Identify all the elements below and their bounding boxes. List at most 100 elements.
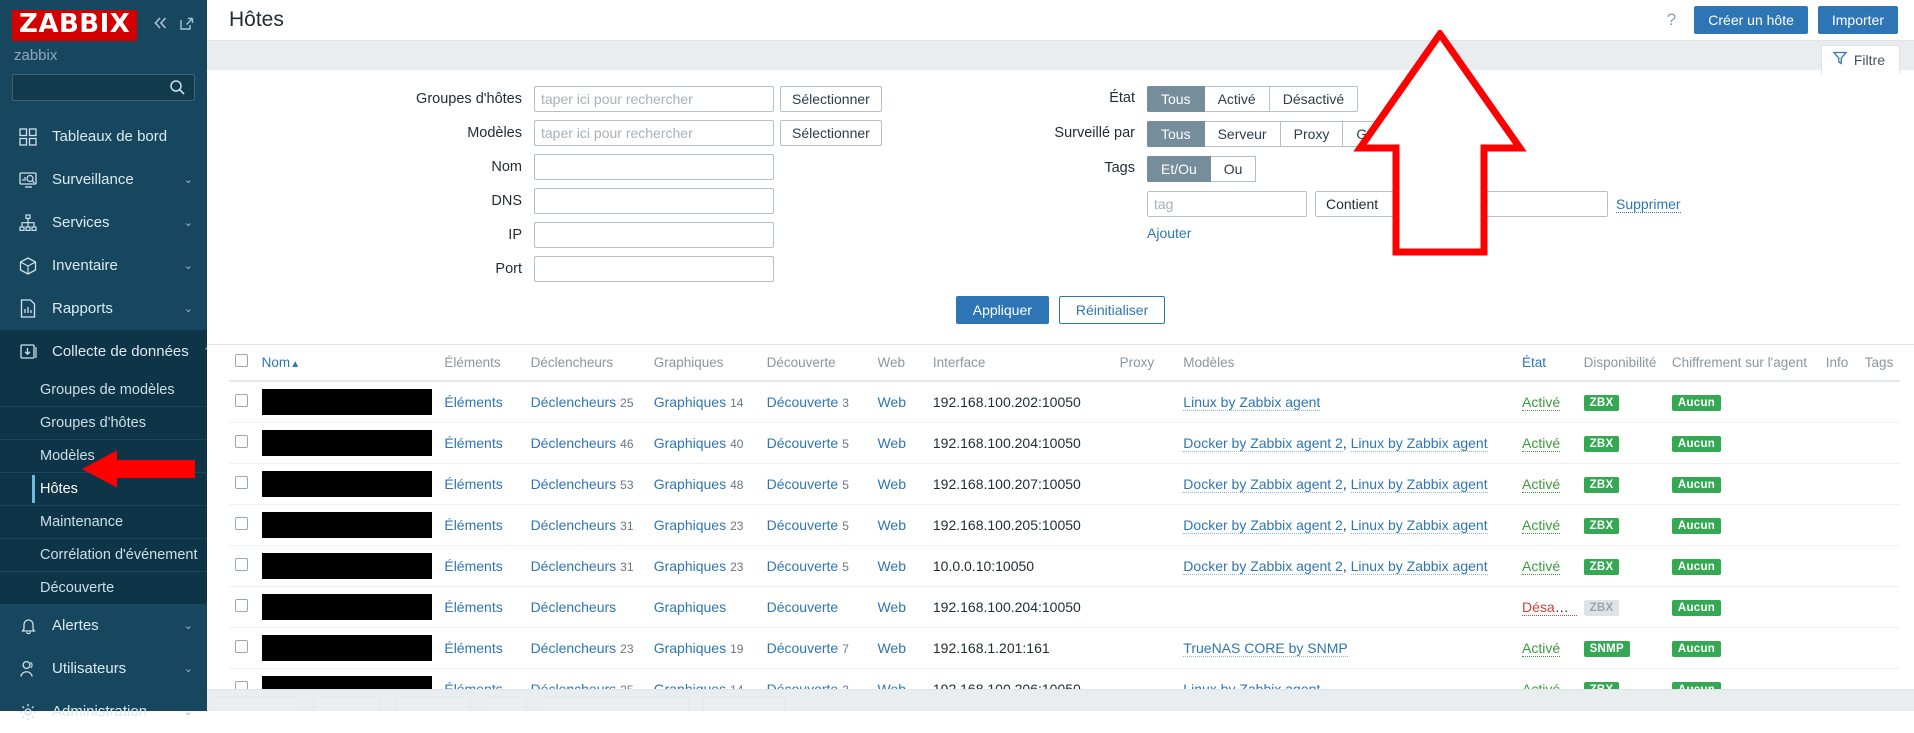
triggers-cell[interactable]: Déclencheurs 31 (524, 545, 648, 587)
discovery-link[interactable]: Découverte (767, 394, 839, 410)
sidebar-item-users[interactable]: Utilisateurs ⌄ (0, 647, 207, 690)
state-toggle-link[interactable]: Activé (1522, 517, 1561, 534)
graphs-link[interactable]: Graphiques (654, 394, 726, 410)
state-option-all[interactable]: Tous (1147, 86, 1205, 112)
web-cell[interactable]: Web (871, 545, 927, 587)
search-input[interactable] (13, 75, 194, 101)
host-name-cell[interactable] (255, 381, 439, 423)
sidebar-item-hosts[interactable]: Hôtes (0, 472, 207, 505)
sidebar-item-template-groups[interactable]: Groupes de modèles (0, 373, 207, 406)
row-checkbox[interactable] (235, 476, 248, 489)
port-input[interactable] (534, 256, 774, 282)
graphs-cell[interactable]: Graphiques 23 (647, 545, 761, 587)
graphs-cell[interactable]: Graphiques (647, 586, 761, 628)
triggers-link[interactable]: Déclencheurs (531, 476, 617, 492)
web-link[interactable]: Web (877, 558, 906, 574)
web-cell[interactable]: Web (871, 422, 927, 464)
web-cell[interactable]: Web (871, 586, 927, 628)
sidebar-item-services[interactable]: Services ⌄ (0, 201, 207, 244)
discovery-link[interactable]: Découverte (767, 435, 839, 451)
template-link[interactable]: Linux by Zabbix agent (1350, 558, 1488, 575)
items-cell[interactable]: Éléments (438, 463, 525, 505)
items-link[interactable]: Éléments (444, 640, 502, 656)
tags-option-andor[interactable]: Et/Ou (1147, 156, 1211, 182)
host-groups-input[interactable] (534, 86, 774, 112)
name-input[interactable] (534, 154, 774, 180)
items-cell[interactable]: Éléments (438, 381, 525, 423)
discovery-link[interactable]: Découverte (767, 640, 839, 656)
discovery-cell[interactable]: Découverte 7 (760, 627, 872, 669)
state-toggle-link[interactable]: Désactivé (1522, 599, 1578, 616)
triggers-cell[interactable]: Déclencheurs 53 (524, 463, 648, 505)
tab-filter[interactable]: Filtre (1820, 45, 1900, 74)
tag-add-link[interactable]: Ajouter (1147, 225, 1681, 241)
monitored-by-option-proxy-group[interactable]: Groupe de proxy (1343, 121, 1475, 147)
tag-operator-select[interactable]: Contient (1315, 191, 1435, 217)
state-option-enabled[interactable]: Activé (1204, 86, 1270, 112)
template-link[interactable]: Docker by Zabbix agent 2 (1183, 558, 1343, 575)
discovery-cell[interactable]: Découverte5 (760, 422, 872, 464)
host-name-redacted[interactable] (261, 430, 433, 456)
triggers-cell[interactable]: Déclencheurs 46 (524, 422, 648, 464)
sidebar-item-data-collection[interactable]: Collecte de données ⌃ (0, 330, 212, 374)
discovery-cell[interactable]: Découverte5 (760, 504, 872, 546)
tags-option-or[interactable]: Ou (1210, 156, 1257, 182)
state-option-disabled[interactable]: Désactivé (1269, 86, 1359, 112)
items-cell[interactable]: Éléments (438, 504, 525, 546)
host-name-redacted[interactable] (261, 635, 433, 661)
tag-value-input[interactable] (1443, 191, 1608, 217)
monitored-by-option-server[interactable]: Serveur (1204, 121, 1281, 147)
template-link[interactable]: Linux by Zabbix agent (1350, 476, 1488, 493)
sidebar-item-reports[interactable]: Rapports ⌄ (0, 287, 207, 330)
column-header-name[interactable]: Nom▲ (255, 345, 439, 382)
discovery-cell[interactable]: Découverte5 (760, 463, 872, 505)
sidebar-item-dashboards[interactable]: Tableaux de bord (0, 115, 207, 158)
row-checkbox[interactable] (235, 599, 248, 612)
host-name-cell[interactable] (255, 586, 439, 628)
search-box[interactable] (12, 74, 195, 102)
host-name-cell[interactable] (255, 627, 439, 669)
host-name-redacted[interactable] (261, 471, 433, 497)
sidebar-item-discovery[interactable]: Découverte (0, 571, 207, 604)
triggers-link[interactable]: Déclencheurs (531, 435, 617, 451)
tag-name-input[interactable] (1147, 191, 1307, 217)
discovery-cell[interactable]: Découverte5 (760, 545, 872, 587)
triggers-cell[interactable]: Déclencheurs (524, 586, 648, 628)
items-cell[interactable]: Éléments (438, 545, 525, 587)
collapse-sidebar-icon[interactable] (153, 16, 169, 35)
graphs-cell[interactable]: Graphiques 19 (647, 627, 761, 669)
tag-remove-link[interactable]: Supprimer (1616, 196, 1681, 213)
sidebar-item-monitoring[interactable]: Surveillance ⌄ (0, 158, 207, 201)
web-link[interactable]: Web (877, 476, 906, 492)
graphs-cell[interactable]: Graphiques 48 (647, 463, 761, 505)
discovery-link[interactable]: Découverte (767, 476, 839, 492)
template-link[interactable]: Linux by Zabbix agent (1183, 394, 1321, 411)
template-link[interactable]: Docker by Zabbix agent 2 (1183, 435, 1343, 452)
state-toggle-link[interactable]: Activé (1522, 640, 1561, 657)
discovery-cell[interactable]: Découverte3 (760, 381, 872, 423)
sidebar-item-maintenance[interactable]: Maintenance (0, 505, 207, 538)
items-link[interactable]: Éléments (444, 517, 502, 533)
host-name-cell[interactable] (255, 504, 439, 546)
bulk-action-button[interactable] (213, 696, 299, 711)
triggers-link[interactable]: Déclencheurs (531, 599, 617, 615)
template-link[interactable]: Docker by Zabbix agent 2 (1183, 476, 1343, 493)
sidebar-item-templates[interactable]: Modèles (0, 439, 207, 472)
graphs-cell[interactable]: Graphiques 40 (647, 422, 761, 464)
web-link[interactable]: Web (877, 435, 906, 451)
template-link[interactable]: Linux by Zabbix agent (1350, 517, 1488, 534)
discovery-link[interactable]: Découverte (767, 517, 839, 533)
row-checkbox[interactable] (235, 435, 248, 448)
sidebar-item-administration[interactable]: Administration ⌄ (0, 690, 207, 733)
graphs-link[interactable]: Graphiques (654, 599, 726, 615)
hide-sidebar-icon[interactable] (179, 16, 195, 35)
items-cell[interactable]: Éléments (438, 586, 525, 628)
web-cell[interactable]: Web (871, 504, 927, 546)
column-header-state[interactable]: État (1516, 345, 1578, 382)
host-name-cell[interactable] (255, 422, 439, 464)
graphs-link[interactable]: Graphiques (654, 517, 726, 533)
row-checkbox[interactable] (235, 640, 248, 653)
reset-button[interactable]: Réinitialiser (1058, 296, 1166, 324)
triggers-cell[interactable]: Déclencheurs25 (524, 381, 648, 423)
web-cell[interactable]: Web (871, 627, 927, 669)
